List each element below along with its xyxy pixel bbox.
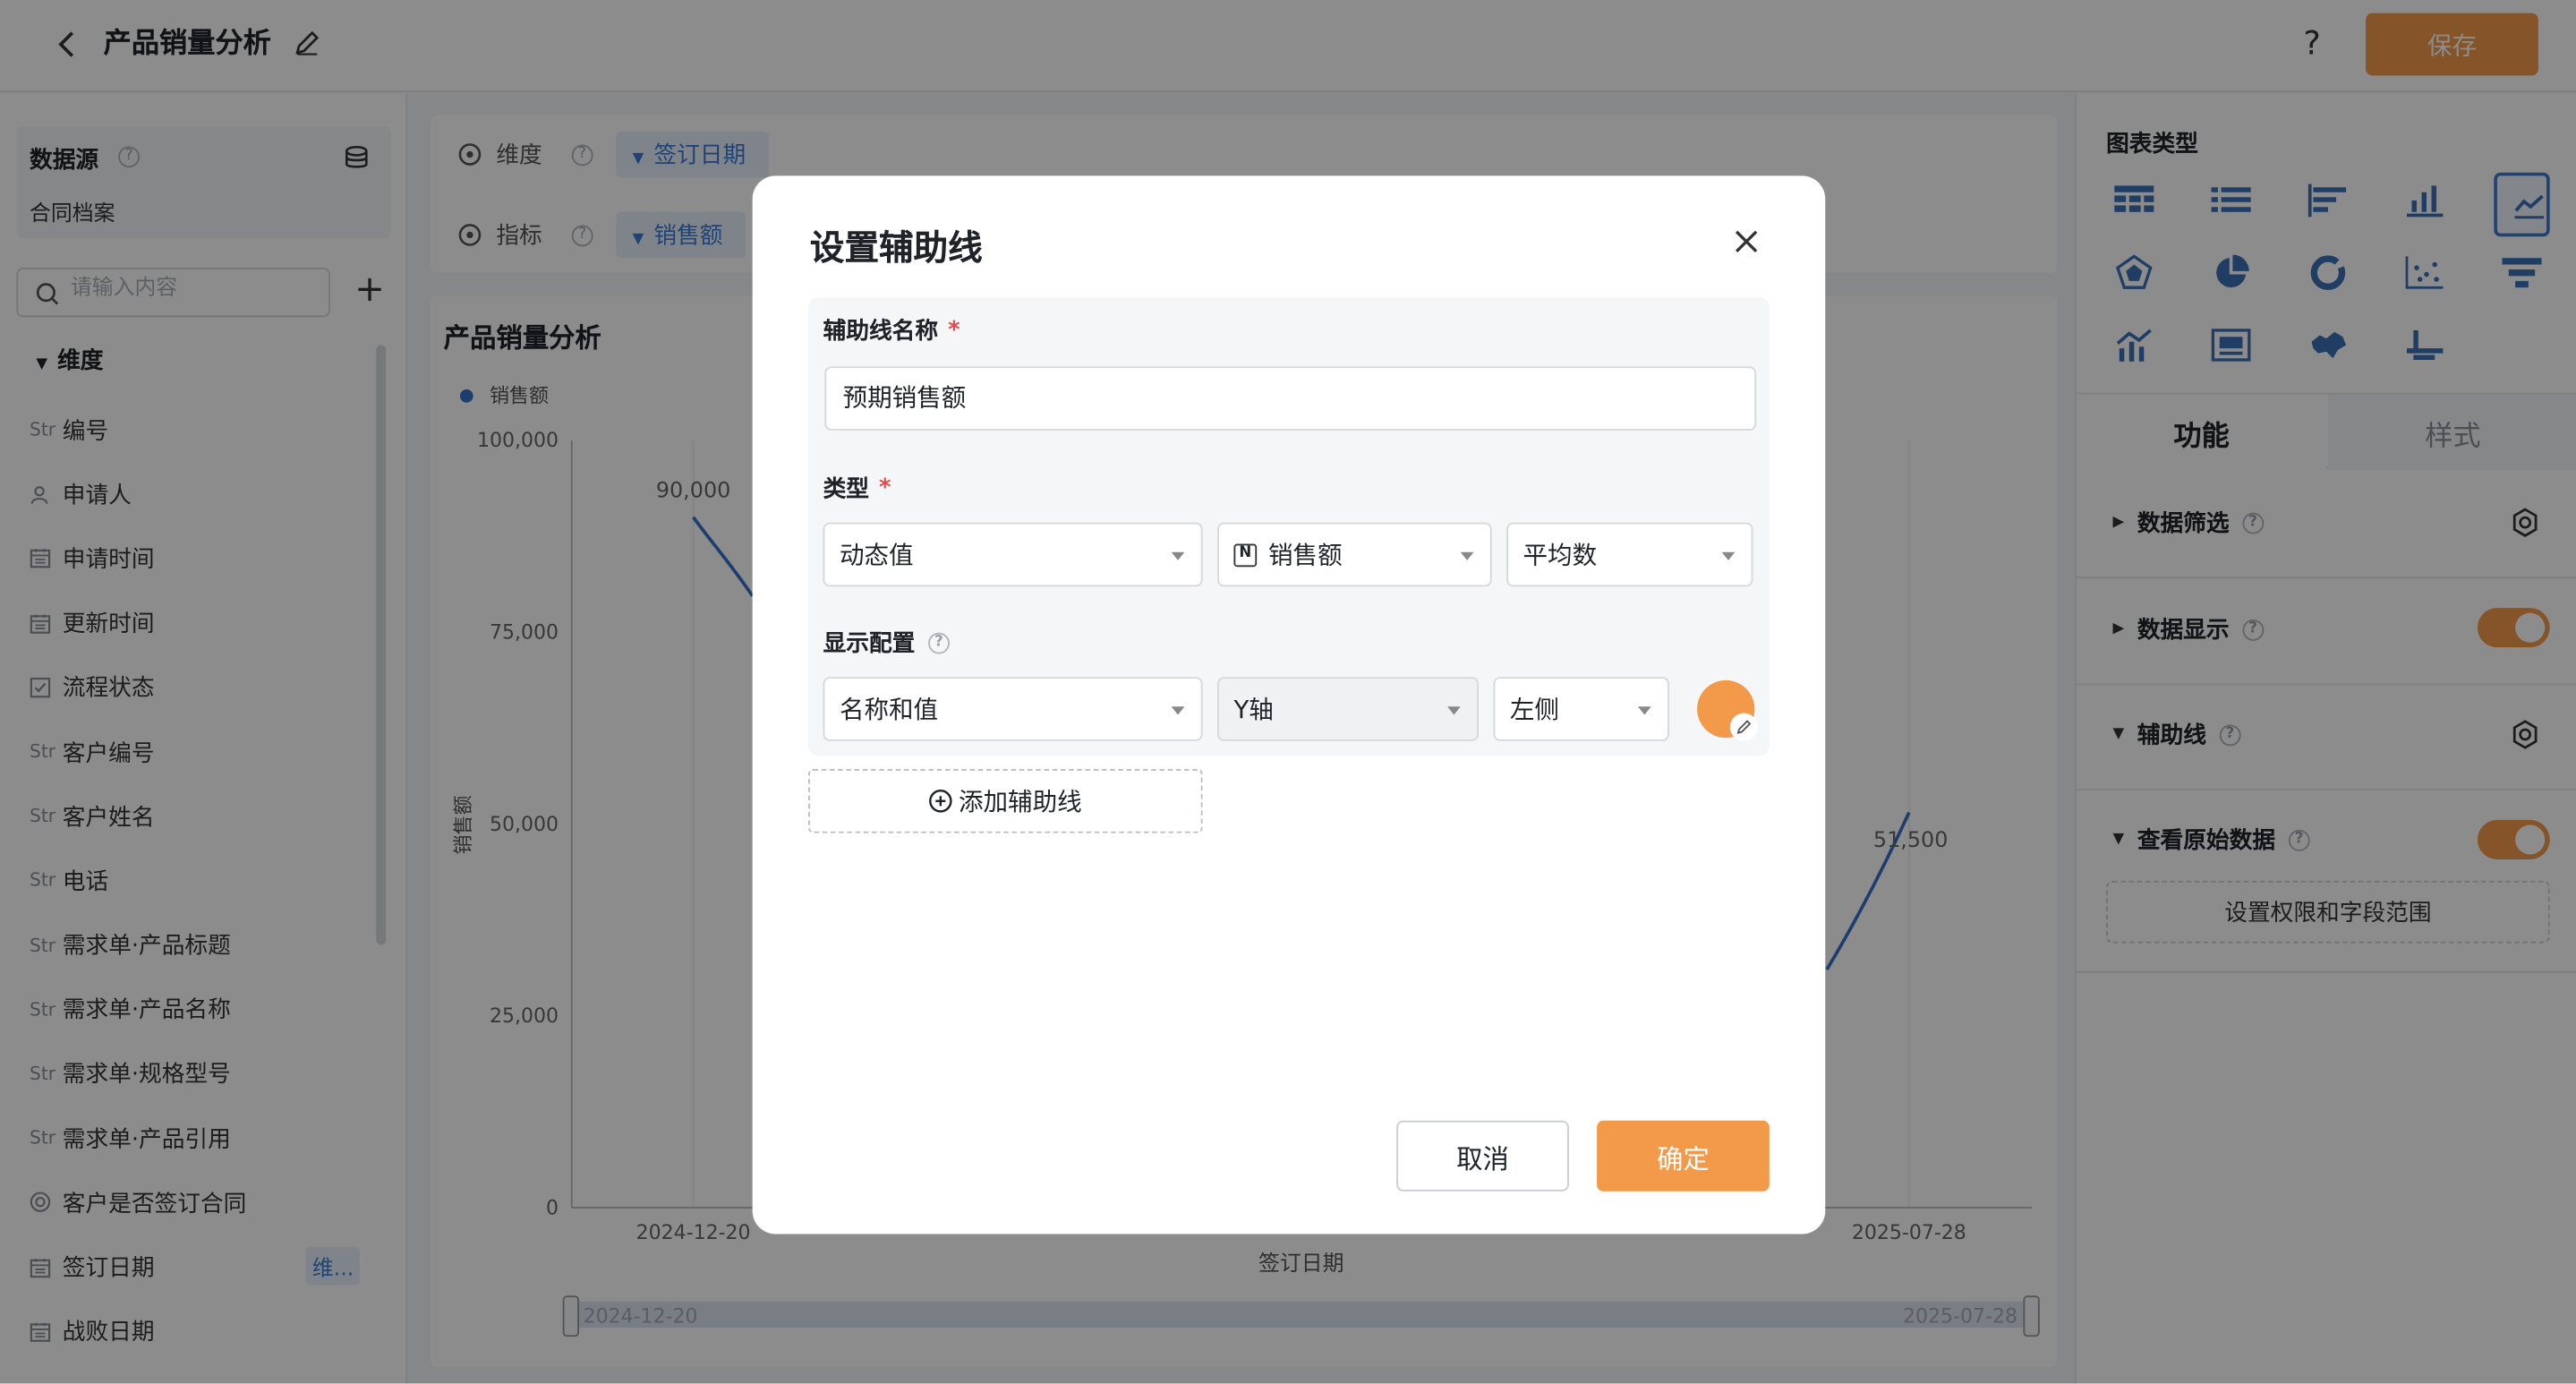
caret-down-icon	[1637, 706, 1651, 715]
help-icon[interactable]: ?	[928, 631, 950, 654]
display-label-text: 显示配置	[823, 630, 916, 658]
add-aux-line-label: 添加辅助线	[958, 787, 1082, 817]
plus-circle-icon	[929, 790, 953, 813]
type-label: 类型 *	[823, 472, 891, 505]
type-select-value: 动态值	[839, 540, 914, 570]
axis-select[interactable]: Y轴	[1217, 677, 1479, 741]
color-picker[interactable]	[1697, 679, 1758, 741]
caret-down-icon	[1447, 706, 1461, 715]
aggregation-select[interactable]: 平均数	[1506, 522, 1753, 587]
side-select-value: 左侧	[1509, 695, 1559, 725]
aux-line-name-input[interactable]: 预期销售额	[824, 366, 1757, 431]
dialog-title: 设置辅助线	[809, 228, 983, 269]
cancel-button[interactable]: 取消	[1396, 1120, 1569, 1192]
aux-line-item: 辅助线名称 * 预期销售额 类型 * 动态值 N 销售额 平均数 显示配置? 名称和值…	[808, 297, 1770, 756]
pen-icon	[1729, 713, 1758, 741]
caret-down-icon	[1460, 551, 1474, 560]
type-label-text: 类型	[823, 476, 869, 503]
number-field-icon: N	[1233, 542, 1258, 567]
caret-down-icon	[1721, 551, 1736, 560]
name-label-text: 辅助线名称	[823, 319, 939, 346]
side-select[interactable]: 左侧	[1493, 677, 1669, 741]
display-select[interactable]: 名称和值	[823, 677, 1203, 741]
add-aux-line-button[interactable]: 添加辅助线	[808, 769, 1203, 833]
field-select[interactable]: N 销售额	[1217, 522, 1492, 587]
display-select-value: 名称和值	[839, 695, 939, 725]
type-select[interactable]: 动态值	[823, 522, 1203, 587]
required-mark: *	[948, 317, 960, 344]
aggregation-select-value: 平均数	[1523, 540, 1598, 570]
aux-line-dialog: 设置辅助线 辅助线名称 * 预期销售额 类型 * 动态值 N 销售额 平均数 显示配置…	[752, 175, 1826, 1234]
display-label: 显示配置?	[823, 626, 950, 659]
required-mark: *	[878, 474, 891, 501]
caret-down-icon	[1171, 551, 1185, 560]
name-label: 辅助线名称 *	[823, 314, 960, 347]
close-icon[interactable]	[1727, 222, 1766, 261]
app-stage: 产品销量分析 ? 保存 数据源 ? 合同档案 + ▼维度 Str编号申请人申请时…	[0, 0, 2576, 1384]
axis-select-value: Y轴	[1233, 695, 1274, 725]
caret-down-icon	[1171, 706, 1185, 715]
field-select-value: 销售额	[1268, 540, 1343, 570]
confirm-button[interactable]: 确定	[1597, 1120, 1770, 1192]
